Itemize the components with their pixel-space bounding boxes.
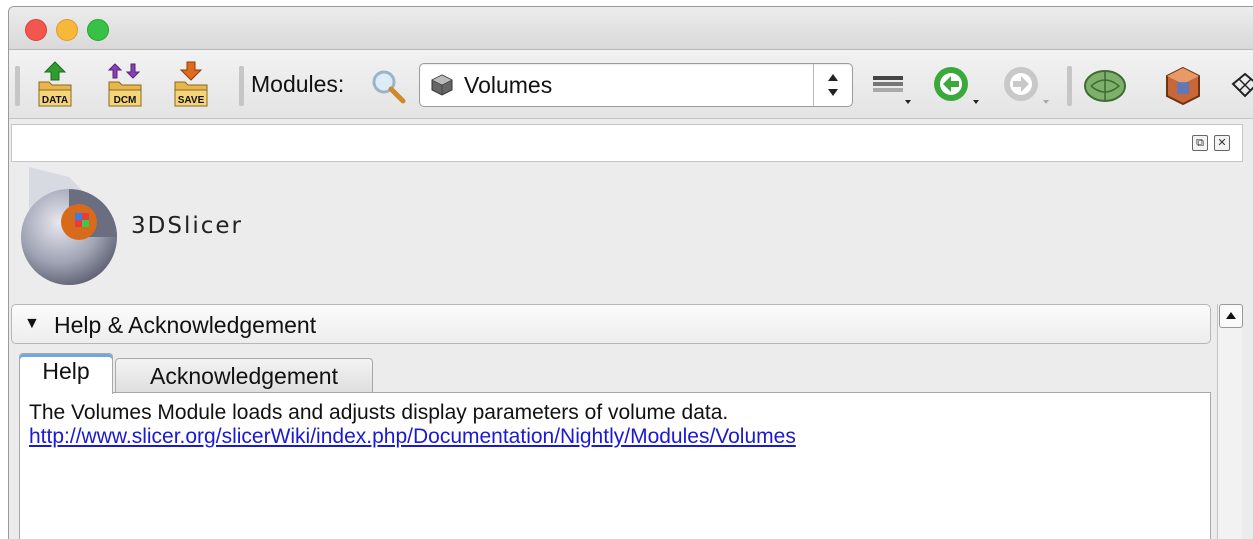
module-history-button[interactable] [867, 64, 917, 113]
volume-rendering-icon [1166, 66, 1200, 106]
main-toolbar: DATA DCM SAVE Modules: Volumes [9, 50, 1253, 119]
volume-cube-icon [431, 74, 453, 96]
next-module-button[interactable] [999, 64, 1055, 113]
app-window: DATA DCM SAVE Modules: Volumes ⧉ ✕ 3DSli… [8, 6, 1253, 539]
tab-label: Acknowledgement [150, 363, 338, 389]
toolbar-grip[interactable] [1067, 66, 1072, 106]
back-arrow-icon [934, 67, 979, 104]
documentation-link[interactable]: http://www.slicer.org/slicerWiki/index.p… [29, 425, 796, 449]
scroll-up-arrow-icon [1226, 312, 1236, 319]
save-button[interactable]: SAVE [169, 60, 213, 110]
history-list-icon [873, 76, 911, 104]
toolbar-grip[interactable] [15, 66, 20, 106]
collapse-triangle-icon: ▼ [24, 315, 40, 332]
load-data-button[interactable]: DATA [33, 60, 77, 110]
module-selector-arrows[interactable] [813, 64, 852, 106]
save-icon: SAVE [174, 61, 208, 107]
tab-help[interactable]: Help [19, 353, 113, 394]
help-tab-panel: The Volumes Module loads and adjusts dis… [19, 392, 1211, 539]
load-data-label: DATA [42, 95, 68, 106]
zoom-window-button[interactable] [87, 19, 109, 41]
transforms-button[interactable] [1229, 64, 1253, 113]
title-bar [9, 7, 1253, 50]
dicom-icon: DCM [107, 63, 142, 107]
previous-module-button[interactable] [929, 64, 985, 113]
save-label: SAVE [178, 95, 205, 106]
models-button[interactable] [1081, 64, 1129, 113]
scroll-up-button[interactable] [1219, 304, 1243, 328]
forward-arrow-icon [1004, 67, 1049, 104]
volume-rendering-button[interactable] [1159, 64, 1207, 113]
tab-label: Help [42, 358, 90, 384]
search-icon [372, 70, 406, 104]
dicom-button[interactable]: DCM [103, 60, 147, 110]
toolbar-grip[interactable] [239, 66, 244, 106]
updown-arrows-icon [828, 74, 838, 96]
module-panel-header: ⧉ ✕ [11, 124, 1243, 162]
close-panel-button[interactable]: ✕ [1214, 135, 1230, 151]
module-selector[interactable]: Volumes [419, 63, 853, 107]
vertical-scrollbar[interactable] [1217, 304, 1243, 539]
module-search-button[interactable] [369, 67, 409, 112]
close-window-button[interactable] [25, 19, 47, 41]
brain-model-icon [1084, 70, 1126, 102]
help-description: The Volumes Module loads and adjusts dis… [29, 401, 729, 424]
module-panel-titlebar: ⧉ ✕ [9, 120, 1253, 165]
module-selected-value: Volumes [464, 72, 553, 98]
undock-button[interactable]: ⧉ [1192, 135, 1208, 151]
minimize-window-button[interactable] [56, 19, 78, 41]
load-data-icon: DATA [38, 61, 72, 107]
close-icon: ✕ [1217, 137, 1227, 149]
section-title: Help & Acknowledgement [54, 312, 317, 338]
dicom-label: DCM [114, 95, 137, 106]
slicer-logo-icon [21, 167, 117, 285]
tab-acknowledgement[interactable]: Acknowledgement [115, 358, 373, 393]
modules-label: Modules: [251, 71, 345, 97]
logo-text: 3DSlicer [131, 213, 243, 239]
float-window-icon: ⧉ [1196, 137, 1204, 149]
transform-grid-icon [1231, 72, 1253, 98]
logo-area: 3DSlicer [9, 167, 1253, 302]
help-acknowledgement-toggle[interactable]: ▼ Help & Acknowledgement [11, 304, 1211, 344]
